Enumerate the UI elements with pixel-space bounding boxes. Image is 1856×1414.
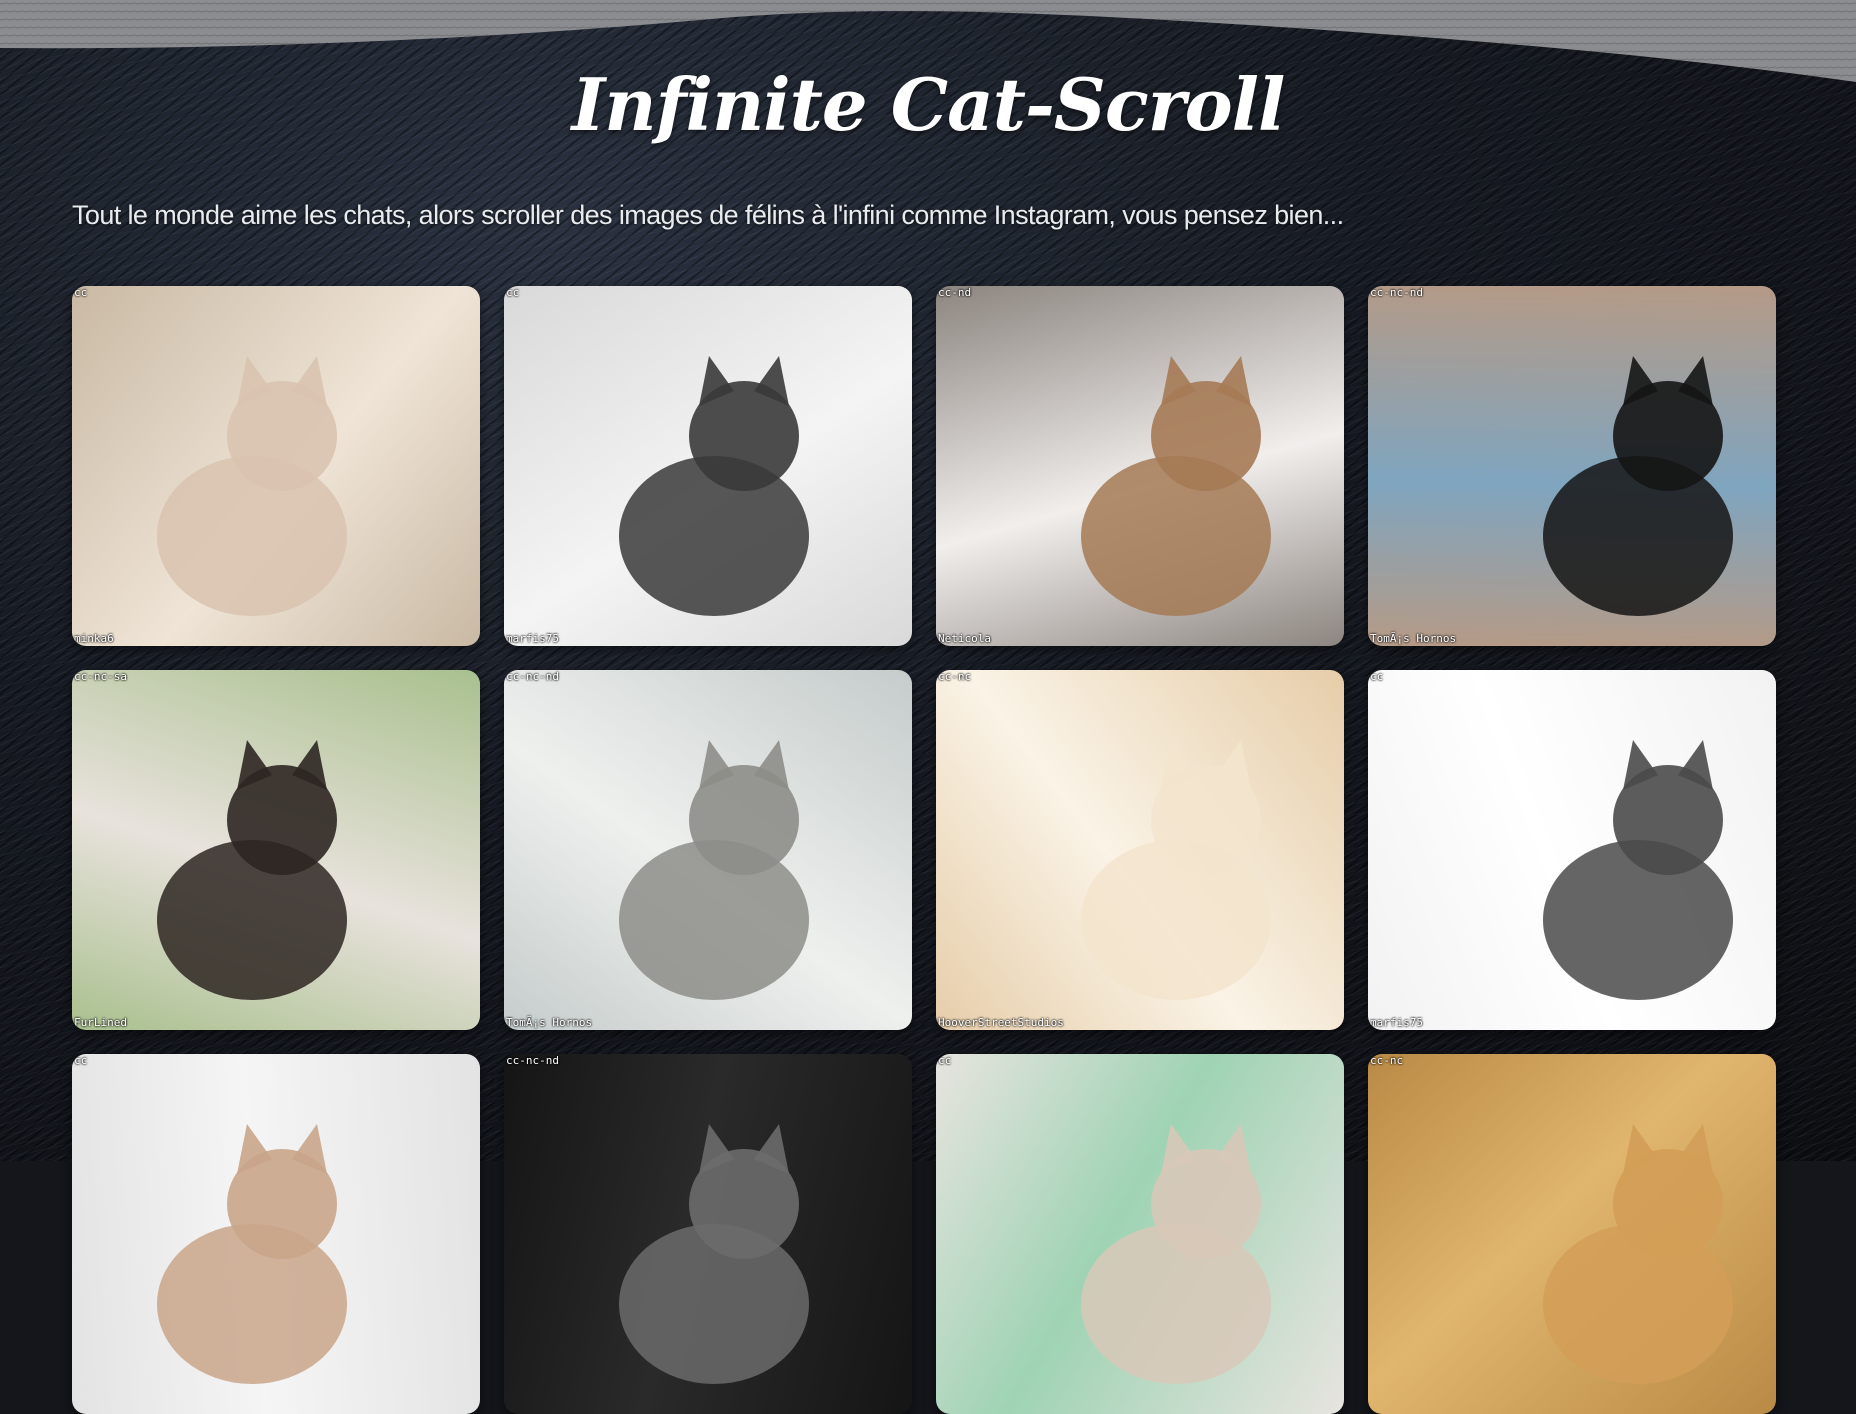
author-credit: marfis75 <box>506 632 559 645</box>
cat-photo-card[interactable]: cc marfis75 <box>504 286 912 646</box>
license-label: cc-nc-nd <box>506 1054 559 1067</box>
cat-silhouette-icon <box>1543 1124 1733 1384</box>
cat-silhouette-icon <box>619 1124 809 1384</box>
cat-photo <box>936 1054 1344 1414</box>
author-credit: marfis75 <box>1370 1016 1423 1029</box>
cat-photo-card[interactable]: cc-nc <box>1368 1054 1776 1414</box>
cat-silhouette-icon <box>1081 356 1271 616</box>
cat-photo <box>72 670 480 1030</box>
cat-silhouette-icon <box>1543 740 1733 1000</box>
cat-photo-card[interactable]: cc <box>936 1054 1344 1414</box>
license-label: cc <box>74 286 88 299</box>
cat-photo <box>72 286 480 646</box>
cat-photo <box>936 670 1344 1030</box>
cat-photo <box>1368 286 1776 646</box>
cat-photo-card[interactable]: cc minka6 <box>72 286 480 646</box>
cat-photo-card[interactable]: cc-nc-nd TomÃ¡s Hornos <box>504 670 912 1030</box>
license-label: cc-nc <box>1370 1054 1404 1067</box>
author-credit: Neticola <box>938 632 991 645</box>
cat-photo-card[interactable]: cc marfis75 <box>1368 670 1776 1030</box>
cat-photo-card[interactable]: cc-nc-nd TomÃ¡s Hornos <box>1368 286 1776 646</box>
cat-photo-card[interactable]: cc-nc-nd <box>504 1054 912 1414</box>
page-title: Infinite Cat-Scroll <box>571 62 1286 147</box>
license-label: cc-nc <box>938 670 972 683</box>
license-label: cc-nc-sa <box>74 670 127 683</box>
cat-silhouette-icon <box>619 356 809 616</box>
author-credit: FurLined <box>74 1016 127 1029</box>
license-label: cc <box>1370 670 1384 683</box>
license-label: cc-nc-nd <box>1370 286 1423 299</box>
cat-silhouette-icon <box>1081 740 1271 1000</box>
cat-photo-card[interactable]: cc-nc HooverStreetStudios <box>936 670 1344 1030</box>
cat-photo <box>504 286 912 646</box>
cat-image-grid: cc minka6 cc marfis75 cc-nd Neticola cc-nc-nd T… <box>72 286 1778 1414</box>
cat-photo-card[interactable]: cc-nc-sa FurLined <box>72 670 480 1030</box>
cat-photo-card[interactable]: cc-nd Neticola <box>936 286 1344 646</box>
cat-photo <box>936 286 1344 646</box>
cat-photo <box>72 1054 480 1414</box>
license-label: cc <box>938 1054 952 1067</box>
license-label: cc <box>506 286 520 299</box>
cat-photo <box>504 1054 912 1414</box>
cat-photo <box>1368 670 1776 1030</box>
cat-silhouette-icon <box>157 740 347 1000</box>
cat-silhouette-icon <box>157 356 347 616</box>
cat-silhouette-icon <box>1081 1124 1271 1384</box>
author-credit: minka6 <box>74 632 114 645</box>
license-label: cc-nd <box>938 286 972 299</box>
cat-photo <box>504 670 912 1030</box>
page-subtitle: Tout le monde aime les chats, alors scro… <box>72 200 1344 230</box>
cat-photo-card[interactable]: cc <box>72 1054 480 1414</box>
cat-silhouette-icon <box>157 1124 347 1384</box>
license-label: cc-nc-nd <box>506 670 559 683</box>
license-label: cc <box>74 1054 88 1067</box>
cat-silhouette-icon <box>1543 356 1733 616</box>
author-credit: HooverStreetStudios <box>938 1016 1064 1029</box>
author-credit: TomÃ¡s Hornos <box>506 1016 593 1029</box>
author-credit: TomÃ¡s Hornos <box>1370 632 1457 645</box>
cat-silhouette-icon <box>619 740 809 1000</box>
cat-photo <box>1368 1054 1776 1414</box>
